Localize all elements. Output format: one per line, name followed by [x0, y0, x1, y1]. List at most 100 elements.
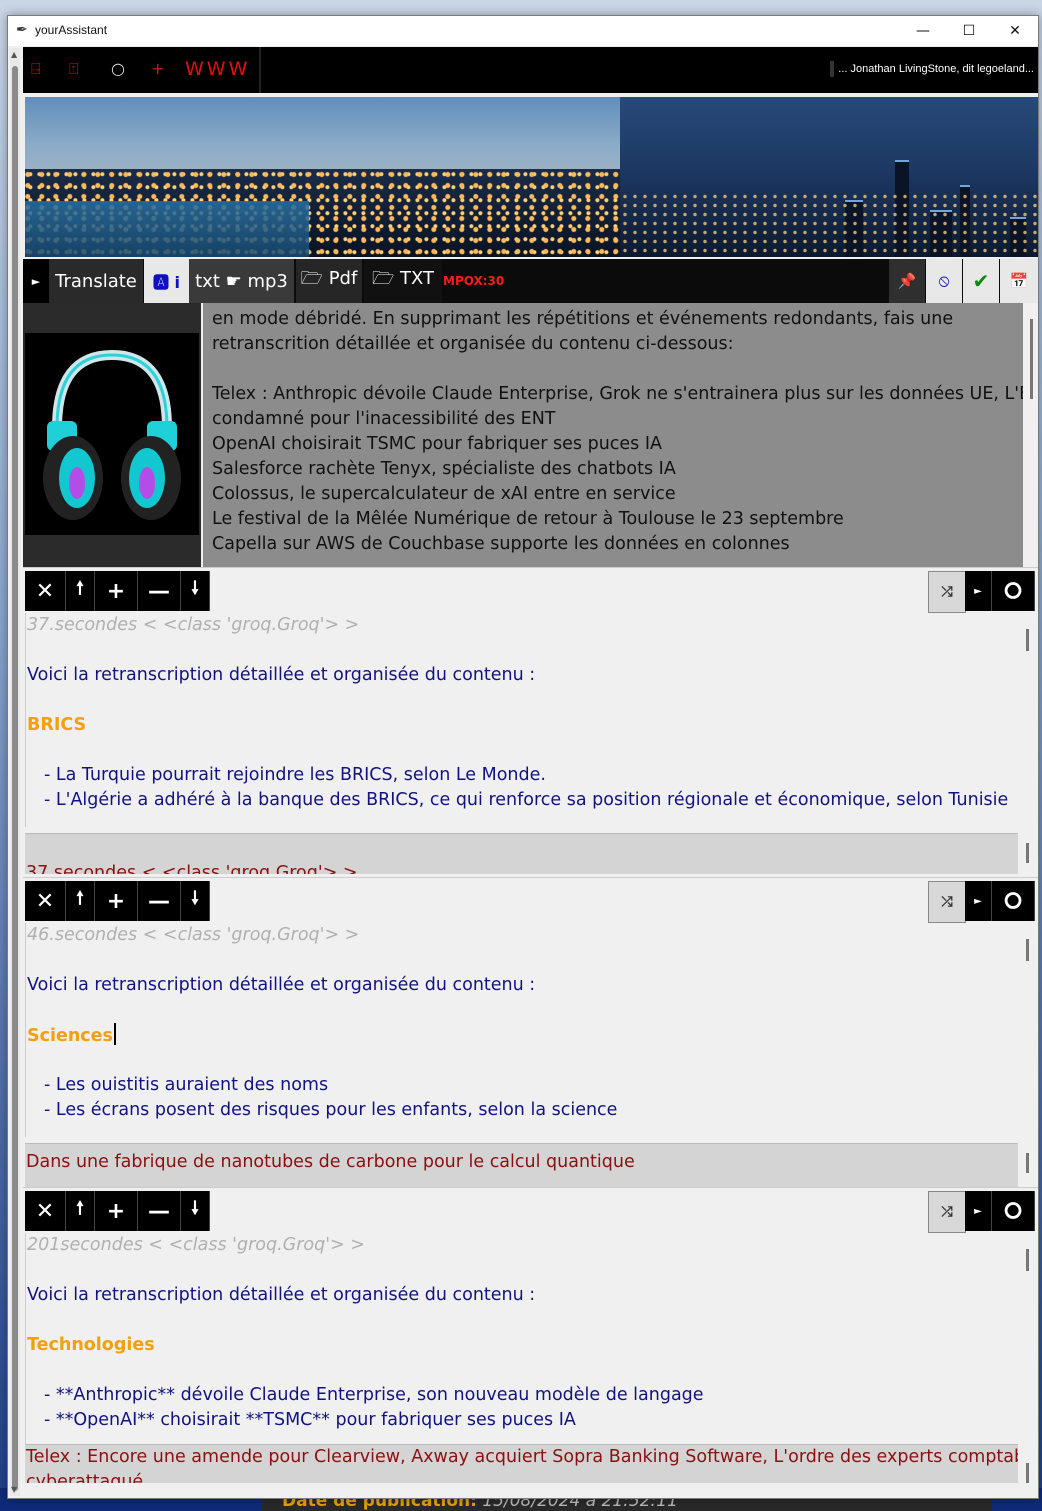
prompt-text-area[interactable]: en mode débridé. En supprimant les répét…	[203, 303, 1023, 567]
prompt-line: en mode débridé. En supprimant les répét…	[212, 309, 954, 329]
scrollbar-thumb[interactable]	[1026, 1153, 1029, 1173]
shuffle-icon[interactable]: ⤮	[928, 881, 966, 923]
headphones-avatar	[25, 333, 199, 535]
response-heading: Sciences	[26, 1023, 1019, 1048]
expand-button[interactable]: +	[95, 881, 138, 921]
response-bullet: - Les ouistitis auraient des noms	[44, 1075, 329, 1095]
source-text-area[interactable]: 37.secondes < <class 'groq.Groq'> >	[25, 833, 1018, 874]
move-up-button[interactable]: 🠕	[66, 881, 95, 921]
source-line: cyberattaqué	[26, 1472, 144, 1483]
shuffle-icon[interactable]: ⤮	[928, 1191, 966, 1233]
title-bar: ✒ yourAssistant — ☐ ✕	[8, 16, 1038, 46]
window-title: yourAssistant	[35, 23, 108, 37]
scrollbar-thumb[interactable]	[1030, 319, 1033, 399]
scrollbar-thumb[interactable]	[1026, 1249, 1029, 1271]
response-bullet: - **OpenAI** choisirait **TSMC** pour fa…	[44, 1410, 576, 1430]
expand-button[interactable]: +	[95, 571, 138, 611]
circle-icon[interactable]: ○	[111, 59, 125, 78]
avatar-column	[23, 303, 201, 567]
close-button[interactable]: ✕	[992, 16, 1038, 46]
prompt-scrollbar[interactable]	[1025, 303, 1038, 567]
translate-button[interactable]: Translate	[49, 259, 143, 303]
card-toolbar: ✕ 🠕 + — 🠗 ⤮ ► ⭘	[23, 877, 1038, 924]
play-icon[interactable]: ►	[23, 259, 49, 303]
expand-button[interactable]: +	[95, 1191, 138, 1231]
response-meta: 37.secondes < <class 'groq.Groq'> >	[27, 615, 360, 635]
prompt-line: Capella sur AWS de Couchbase supporte le…	[212, 534, 790, 554]
maximize-button[interactable]: ☐	[946, 16, 992, 46]
record-icon[interactable]: ⭘	[992, 571, 1035, 611]
block-icon[interactable]: ⦸	[926, 259, 962, 303]
minimize-button[interactable]: —	[900, 16, 946, 46]
txt-to-mp3-button[interactable]: txt ☛ mp3	[189, 259, 294, 303]
response-meta: 201secondes < <class 'groq.Groq'> >	[27, 1235, 365, 1255]
source-line: Telex : Encore une amende pour Clearview…	[26, 1447, 1018, 1467]
banner-image	[25, 97, 1038, 257]
ai-info-button[interactable]: 🅰 i	[144, 259, 189, 303]
www-button[interactable]: WWW	[185, 58, 250, 80]
calendar-icon[interactable]: 📅	[1000, 259, 1038, 303]
close-card-button[interactable]: ✕	[25, 571, 66, 611]
exit-icon[interactable]: ⍈	[31, 59, 41, 79]
response-intro: Voici la retranscription détaillée et or…	[27, 665, 536, 685]
prompt-line: Le festival de la Mêlée Numérique de ret…	[212, 509, 844, 529]
close-card-button[interactable]: ✕	[25, 881, 66, 921]
response-intro: Voici la retranscription détaillée et or…	[27, 975, 536, 995]
txt-button[interactable]: 🗁 TXT	[364, 259, 442, 303]
prompt-line: Salesforce rachète Tenyx, spécialiste de…	[212, 459, 676, 479]
scrollbar-thumb[interactable]	[1026, 1463, 1029, 1483]
scroll-down-icon[interactable]: ▼	[11, 1485, 17, 1494]
top-bar: ⍈ ⍐ ○ + WWW ... Jonathan LivingStone, di…	[23, 47, 1038, 93]
play-icon[interactable]: ►	[965, 1191, 992, 1231]
check-icon[interactable]: ✔	[963, 259, 999, 303]
text-caret	[113, 1023, 116, 1045]
source-text-area[interactable]: Dans une fabrique de nanotubes de carbon…	[25, 1143, 1018, 1188]
scrollbar-thumb[interactable]	[1026, 629, 1029, 651]
response-card: ✕ 🠕 + — 🠗 ⤮ ► ⭘ 201secondes < <class 'groq.Groq'…	[23, 1187, 1038, 1497]
scrollbar-thumb[interactable]	[1026, 843, 1029, 863]
main-toolbar: ► Translate 🅰 i txt ☛ mp3 🗁 Pdf 🗁 TXT MP…	[23, 259, 1038, 303]
play-icon[interactable]: ►	[965, 571, 992, 611]
scrollbar-thumb[interactable]	[1026, 939, 1029, 961]
response-text-area[interactable]: 201secondes < <class 'groq.Groq'> > Voic…	[25, 1233, 1019, 1447]
source-scrollbar[interactable]	[1019, 833, 1038, 871]
response-text-area[interactable]: 37.secondes < <class 'groq.Groq'> > Voic…	[25, 613, 1019, 827]
source-scrollbar[interactable]	[1019, 1453, 1038, 1491]
move-down-button[interactable]: 🠗	[181, 1191, 210, 1231]
scroll-up-icon[interactable]: ▲	[11, 50, 17, 59]
move-down-button[interactable]: 🠗	[181, 571, 210, 611]
prompt-line: Telex : Anthropic dévoile Claude Enterpr…	[212, 384, 1023, 404]
prompt-line: retranscrition détaillée et organisée du…	[212, 334, 734, 354]
response-scrollbar[interactable]	[1019, 613, 1038, 827]
response-text-area[interactable]: 46.secondes < <class 'groq.Groq'> > Voic…	[25, 923, 1019, 1137]
response-card: ✕ 🠕 + — 🠗 ⤮ ► ⭘ 46.secondes < <class 'groq.Groq'…	[23, 877, 1038, 1188]
play-icon[interactable]: ►	[965, 881, 992, 921]
move-up-button[interactable]: 🠕	[66, 1191, 95, 1231]
app-content: ⍈ ⍐ ○ + WWW ... Jonathan LivingStone, di…	[23, 47, 1038, 1497]
response-scrollbar[interactable]	[1019, 1233, 1038, 1447]
scrollbar-thumb[interactable]	[12, 66, 18, 1491]
collapse-button[interactable]: —	[138, 571, 181, 611]
move-down-button[interactable]: 🠗	[181, 881, 210, 921]
close-card-button[interactable]: ✕	[25, 1191, 66, 1231]
add-button[interactable]: +	[151, 59, 164, 78]
response-bullet: - **Anthropic** dévoile Claude Enterpris…	[44, 1385, 704, 1405]
source-text-area[interactable]: Telex : Encore une amende pour Clearview…	[25, 1444, 1018, 1483]
move-up-button[interactable]: 🠕	[66, 571, 95, 611]
response-scrollbar[interactable]	[1019, 923, 1038, 1137]
collapse-button[interactable]: —	[138, 881, 181, 921]
source-scrollbar[interactable]	[1019, 1143, 1038, 1181]
shuffle-icon[interactable]: ⤮	[928, 571, 966, 613]
record-icon[interactable]: ⭘	[992, 1191, 1035, 1231]
record-icon[interactable]: ⭘	[992, 881, 1035, 921]
response-bullet: - Les écrans posent des risques pour les…	[44, 1100, 618, 1120]
window-scrollbar[interactable]: ▲ ▼	[10, 48, 20, 1496]
collapse-button[interactable]: —	[138, 1191, 181, 1231]
pin-icon[interactable]: 📌	[889, 259, 925, 303]
response-bullet: - L'Algérie a adhéré à la banque des BRI…	[44, 790, 1009, 810]
pdf-button[interactable]: 🗁 Pdf	[296, 259, 362, 303]
upload-icon[interactable]: ⍐	[69, 59, 79, 79]
response-intro: Voici la retranscription détaillée et or…	[27, 1285, 536, 1305]
